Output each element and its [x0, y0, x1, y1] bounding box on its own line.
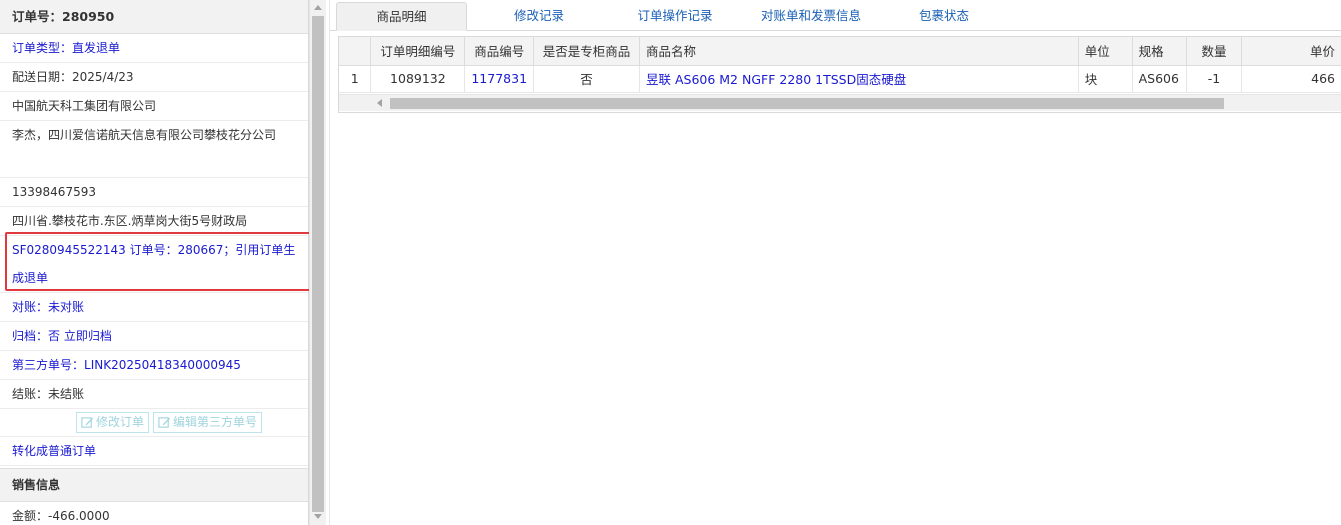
unit-cell: 块	[1078, 65, 1133, 93]
horizontal-scrollbar[interactable]	[339, 94, 1341, 111]
column-header[interactable]: 数量	[1186, 37, 1243, 66]
archive-link[interactable]: 否 立即归档	[48, 329, 112, 343]
table-header-row: 订单明细编号 商品编号 是否是专柜商品 商品名称 单位 规格 数量 单价	[339, 37, 1341, 66]
row-number-header	[339, 37, 372, 66]
reconcile-status: 未对账	[48, 300, 85, 314]
detail-tabs: 商品明细 修改记录 订单操作记录 对账单和发票信息 包裹状态	[330, 0, 1341, 31]
product-grid: 订单明细编号 商品编号 是否是专柜商品 商品名称 单位 规格 数量 单价 1 1…	[338, 36, 1341, 113]
third-party-label: 第三方单号：	[12, 358, 85, 372]
scroll-left-icon[interactable]	[377, 99, 382, 107]
delivery-date: 配送日期：2025/4/23	[0, 63, 308, 92]
third-party-row: 第三方单号：LINK20250418340000945	[0, 351, 308, 380]
scroll-up-icon[interactable]	[314, 5, 322, 10]
scrollbar-thumb[interactable]	[312, 16, 324, 512]
contact-info: 李杰，四川爱信诺航天信息有限公司攀枝花分公司	[0, 121, 308, 178]
tab-statement-invoice[interactable]: 对账单和发票信息	[742, 2, 880, 31]
is-counter-cell: 否	[533, 65, 640, 93]
product-id-link[interactable]: 1177831	[464, 65, 535, 93]
company-name: 中国航天科工集团有限公司	[0, 92, 308, 121]
detail-area: 商品明细 修改记录 订单操作记录 对账单和发票信息 包裹状态 订单明细编号 商品…	[329, 0, 1341, 525]
reconcile-label: 对账：	[12, 300, 49, 314]
detail-id-cell: 1089132	[370, 65, 466, 93]
settle-status: 结账：未结账	[0, 380, 308, 409]
sales-info-header: 销售信息	[0, 468, 308, 502]
column-header[interactable]: 商品名称	[639, 37, 1079, 66]
archive-label: 归档：	[12, 329, 49, 343]
column-header[interactable]: 是否是专柜商品	[533, 37, 640, 66]
tab-product-details[interactable]: 商品明细	[336, 2, 467, 31]
shipping-address: 四川省.攀枝花市.东区.炳草岗大街5号财政局	[0, 207, 308, 236]
archive-row: 归档：否 立即归档	[0, 322, 308, 351]
edit-order-button[interactable]: 修改订单	[75, 412, 149, 433]
third-party-number: LINK20250418340000945	[84, 358, 241, 372]
column-header[interactable]: 商品编号	[464, 37, 535, 66]
price-cell: 466	[1241, 65, 1341, 93]
column-header[interactable]: 规格	[1132, 37, 1187, 66]
edit-third-party-label: 编辑第三方单号	[173, 415, 258, 429]
product-table: 订单明细编号 商品编号 是否是专柜商品 商品名称 单位 规格 数量 单价 1 1…	[339, 37, 1341, 93]
edit-icon	[158, 417, 171, 428]
order-type-value: 直发退单	[72, 41, 121, 55]
order-number-header: 订单号：280950	[0, 0, 308, 34]
scroll-down-icon[interactable]	[314, 514, 322, 519]
edit-third-party-button[interactable]: 编辑第三方单号	[153, 412, 263, 433]
column-header[interactable]: 单位	[1078, 37, 1133, 66]
quantity-cell: -1	[1186, 65, 1243, 93]
column-header[interactable]: 订单明细编号	[370, 37, 466, 66]
horizontal-scrollbar-thumb[interactable]	[390, 98, 1224, 109]
order-info-panel: 订单号：280950 订单类型：直发退单 配送日期：2025/4/23 中国航天…	[0, 0, 309, 525]
tab-order-operations[interactable]: 订单操作记录	[612, 2, 738, 31]
order-actions: 修改订单 编辑第三方单号	[0, 409, 308, 437]
tab-modify-records[interactable]: 修改记录	[480, 2, 598, 31]
product-name-link[interactable]: 昱联 AS606 M2 NGFF 2280 1TSSD固态硬盘	[639, 65, 1079, 93]
tab-package-status[interactable]: 包裹状态	[892, 2, 996, 31]
order-type-label: 订单类型：	[12, 41, 73, 55]
convert-to-normal-order-link[interactable]: 转化成普通订单	[0, 437, 308, 466]
table-row[interactable]: 1 1089132 1177831 否 昱联 AS606 M2 NGFF 228…	[339, 65, 1341, 93]
row-number: 1	[339, 65, 372, 93]
order-type-row: 订单类型：直发退单	[0, 34, 308, 63]
reconcile-row: 对账：未对账	[0, 293, 308, 322]
phone-number: 13398467593	[0, 178, 308, 207]
order-note: SF0280945522143 订单号：280667；引用订单生成退单	[0, 236, 308, 293]
sales-amount: 金额：-466.0000	[0, 502, 308, 525]
column-header[interactable]: 单价	[1241, 37, 1341, 66]
spec-cell: AS606	[1132, 65, 1187, 93]
edit-order-label: 修改订单	[95, 415, 144, 429]
edit-icon	[81, 417, 94, 428]
left-panel-scrollbar[interactable]	[309, 0, 326, 525]
